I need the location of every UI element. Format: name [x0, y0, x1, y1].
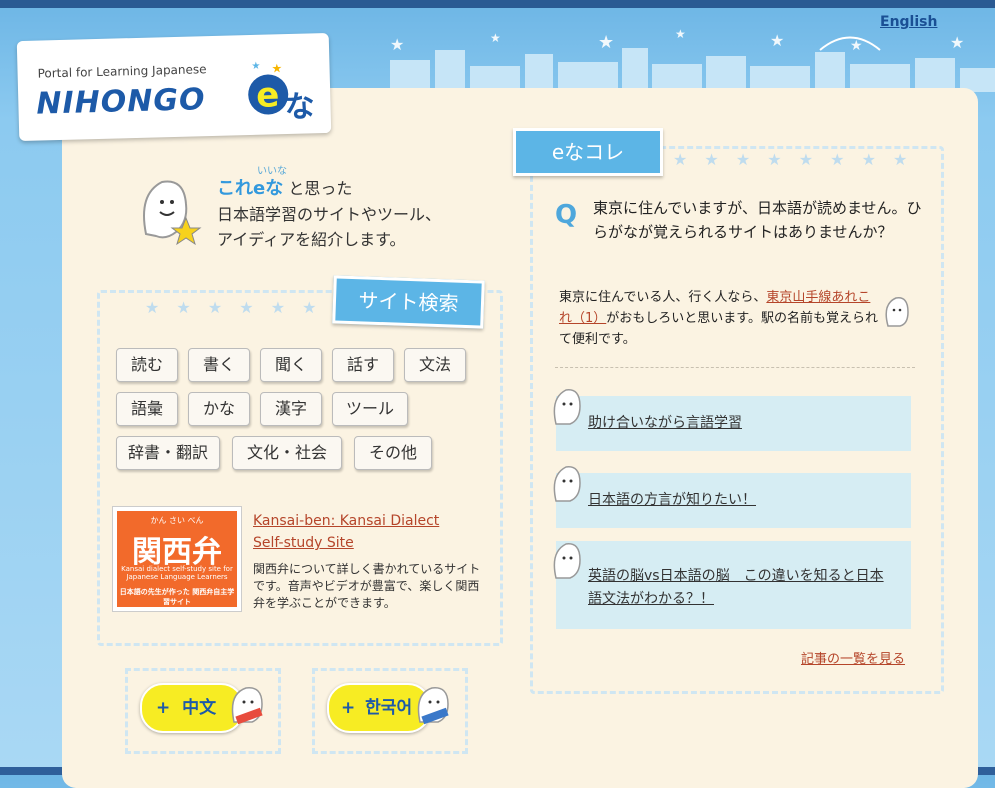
logo-na-text: な — [284, 89, 316, 126]
plus-icon: + — [341, 698, 356, 718]
category-button-writing[interactable]: 書く — [188, 348, 250, 382]
category-button-listening[interactable]: 聞く — [260, 348, 322, 382]
logo-nihongo-text: NIHONGO — [35, 82, 206, 122]
banner-subtitle: Kansai dialect self-study site for Japan… — [121, 565, 233, 581]
article-list-link[interactable]: 記事の一覧を見る — [801, 648, 905, 667]
article-item[interactable]: 日本語の方言が知りたい！ — [556, 473, 911, 528]
category-button-kanji[interactable]: 漢字 — [260, 392, 322, 426]
stars-decoration: ★ ★ ★ ★ ★ ★ ★ — [145, 298, 354, 317]
ghost-mascot-icon — [553, 543, 581, 579]
answer-text: 東京に住んでいる人、行く人なら、東京山手線あれこれ（1）がおもしろいと思います。… — [559, 287, 879, 350]
intro-highlight: これeな — [217, 178, 284, 199]
ghost-mascot-icon — [553, 389, 581, 425]
banner-furigana: かん さい べん — [150, 516, 204, 525]
category-button-tools[interactable]: ツール — [332, 392, 408, 426]
svg-text:e: e — [256, 75, 280, 116]
article-link[interactable]: 英語の脳vs日本語の脳 この違いを知ると日本語文法がわかる？！ — [588, 565, 888, 611]
kansai-ben-link[interactable]: Kansai-ben: Kansai Dialect Self-study Si… — [253, 510, 473, 554]
intro-line-3: アイディアを紹介します。 — [217, 230, 406, 249]
intro-line-2: 日本語学習のサイトやツール、 — [217, 205, 442, 224]
ena-kore-heading: eなコレ — [513, 128, 663, 176]
article-link[interactable]: 助け合いながら言語学習 — [588, 412, 888, 435]
svg-text:★: ★ — [675, 27, 686, 41]
svg-text:★: ★ — [251, 61, 260, 72]
ghost-mascot-icon — [231, 687, 263, 725]
category-button-speaking[interactable]: 話す — [332, 348, 394, 382]
category-button-grammar[interactable]: 文法 — [404, 348, 466, 382]
article-item[interactable]: 英語の脳vs日本語の脳 この違いを知ると日本語文法がわかる？！ — [556, 541, 911, 629]
korean-label: 한국어 — [365, 698, 413, 718]
kansai-ben-description: 関西弁について詳しく書かれているサイトです。音声やビデオが豊富で、楽しく関西弁を… — [253, 562, 481, 610]
site-logo[interactable]: Portal for Learning Japanese NIHONGO e ★… — [16, 32, 332, 142]
ghost-mascot-icon — [417, 687, 449, 725]
english-link[interactable]: English — [880, 14, 937, 30]
plus-icon: + — [156, 698, 171, 718]
category-button-vocabulary[interactable]: 語彙 — [116, 392, 178, 426]
answer-after: がおもしろいと思います。駅の名前も覚えられて便利です。 — [559, 311, 878, 347]
ghost-mascot-icon — [143, 180, 202, 246]
svg-text:★: ★ — [271, 61, 282, 75]
ghost-mascot-icon — [553, 466, 581, 502]
question-text: 東京に住んでいますが、日本語が読めません。ひらがなが覚えられるサイトはありません… — [593, 199, 922, 241]
category-button-kana[interactable]: かな — [188, 392, 250, 426]
category-button-other[interactable]: その他 — [354, 436, 432, 470]
banner-caption: 日本語の先生が作った 関西弁自主学習サイト — [119, 588, 235, 606]
intro-line1-rest: と思った — [288, 179, 353, 198]
kansai-ben-banner[interactable]: かん さい べん 関西弁 Kansai dialect self-study s… — [112, 506, 242, 612]
category-button-culture[interactable]: 文化・社会 — [232, 436, 342, 470]
top-bar — [0, 0, 995, 8]
site-search-heading: サイト検索 — [332, 275, 485, 329]
category-button-dictionary[interactable]: 辞書・翻訳 — [116, 436, 220, 470]
answer-before: 東京に住んでいる人、行く人なら、 — [559, 290, 767, 305]
logo-subtitle: Portal for Learning Japanese — [37, 62, 207, 81]
city-skyline-decoration — [390, 48, 995, 92]
question-mark-q: Q — [555, 200, 578, 230]
intro-line-1: これeな と思った — [217, 174, 352, 200]
stars-decoration: ★ ★ ★ ★ ★ ★ ★ ★ — [673, 150, 914, 169]
article-link[interactable]: 日本語の方言が知りたい！ — [588, 489, 888, 512]
article-item[interactable]: 助け合いながら言語学習 — [556, 396, 911, 451]
category-button-reading[interactable]: 読む — [116, 348, 178, 382]
chinese-label: 中文 — [182, 698, 217, 718]
banner-image: かん さい べん 関西弁 Kansai dialect self-study s… — [117, 511, 237, 607]
ghost-mascot-icon — [885, 297, 909, 327]
divider — [555, 367, 915, 368]
